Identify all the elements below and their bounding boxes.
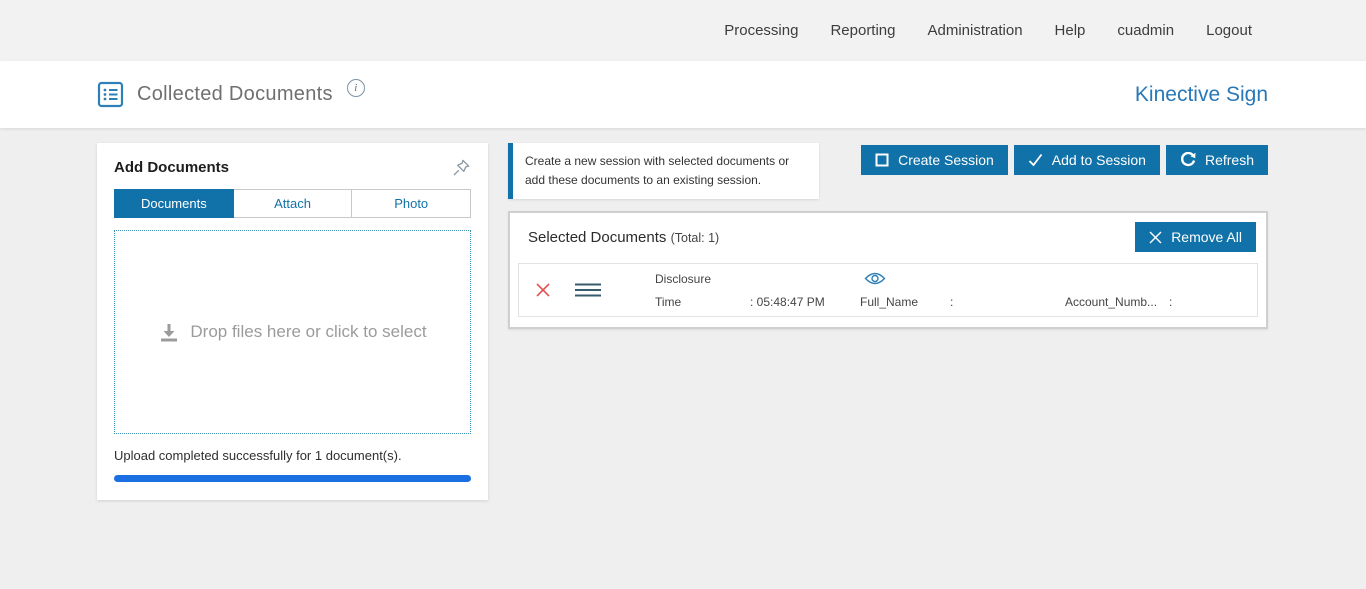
full-name-value: : <box>950 294 954 309</box>
drag-handle-icon[interactable] <box>575 282 601 298</box>
session-actions: Create Session Add to Session Refresh <box>861 143 1268 175</box>
preview-eye-icon[interactable] <box>864 271 886 286</box>
remove-all-button[interactable]: Remove All <box>1135 222 1256 253</box>
main-content: Add Documents Documents Attach Photo Dro… <box>0 128 1366 500</box>
info-icon[interactable]: i <box>346 78 365 97</box>
square-icon <box>875 153 889 167</box>
refresh-label: Refresh <box>1204 152 1254 168</box>
time-value: : 05:48:47 PM <box>750 294 825 309</box>
time-label: Time <box>655 294 682 309</box>
add-documents-tabs: Documents Attach Photo <box>114 189 472 218</box>
upload-status-text: Upload completed successfully for 1 docu… <box>114 448 402 463</box>
selected-documents-total: (Total: 1) <box>670 230 720 245</box>
selected-documents-title-text: Selected Documents <box>528 228 667 246</box>
nav-reporting[interactable]: Reporting <box>830 22 895 39</box>
add-to-session-button[interactable]: Add to Session <box>1013 145 1160 175</box>
selected-documents-title: Selected Documents (Total: 1) <box>528 229 719 246</box>
add-to-session-label: Add to Session <box>1051 152 1146 168</box>
pin-icon[interactable] <box>452 158 471 177</box>
tab-attach[interactable]: Attach <box>233 189 353 218</box>
brand-kinective-sign: Kinective Sign <box>1134 82 1268 106</box>
nav-help[interactable]: Help <box>1055 22 1086 39</box>
top-navigation: Processing Reporting Administration Help… <box>0 0 1366 61</box>
dropzone-text: Drop files here or click to select <box>190 322 427 341</box>
remove-document-icon[interactable] <box>535 282 551 298</box>
page-title: Collected Documents <box>137 83 333 105</box>
collected-documents-icon <box>97 81 124 108</box>
selected-documents-panel: Selected Documents (Total: 1) Remove All <box>508 211 1268 330</box>
account-number-label: Account_Numb... <box>1065 294 1158 309</box>
tab-photo[interactable]: Photo <box>352 189 472 218</box>
document-name: Disclosure <box>655 271 712 286</box>
check-icon <box>1028 153 1043 167</box>
add-documents-card: Add Documents Documents Attach Photo Dro… <box>97 143 488 500</box>
nav-administration[interactable]: Administration <box>928 22 1023 39</box>
page-title-group: Collected Documents i <box>97 78 365 108</box>
document-row: Disclosure Time : 05:48:47 PM Full_Name … <box>518 263 1258 318</box>
file-dropzone[interactable]: Drop files here or click to select <box>114 230 471 434</box>
download-icon <box>158 322 180 344</box>
refresh-button[interactable]: Refresh <box>1165 145 1268 175</box>
app-header: Collected Documents i Kinective Sign <box>0 61 1366 128</box>
remove-all-label: Remove All <box>1171 229 1242 246</box>
x-icon <box>1149 231 1162 244</box>
refresh-icon <box>1180 152 1196 168</box>
nav-processing[interactable]: Processing <box>724 22 798 39</box>
account-number-value: : <box>1169 294 1173 309</box>
nav-logout[interactable]: Logout <box>1206 22 1252 39</box>
create-session-button[interactable]: Create Session <box>861 145 1008 175</box>
full-name-label: Full_Name <box>860 294 919 309</box>
create-session-label: Create Session <box>898 152 994 168</box>
nav-user-cuadmin[interactable]: cuadmin <box>1117 22 1174 39</box>
session-banner-text: Create a new session with selected docum… <box>525 154 790 187</box>
session-banner: Create a new session with selected docum… <box>508 143 819 200</box>
tab-documents[interactable]: Documents <box>114 189 234 218</box>
upload-progress-bar <box>114 475 471 482</box>
add-documents-title: Add Documents <box>114 159 230 176</box>
session-area: Create a new session with selected docum… <box>508 143 1268 330</box>
